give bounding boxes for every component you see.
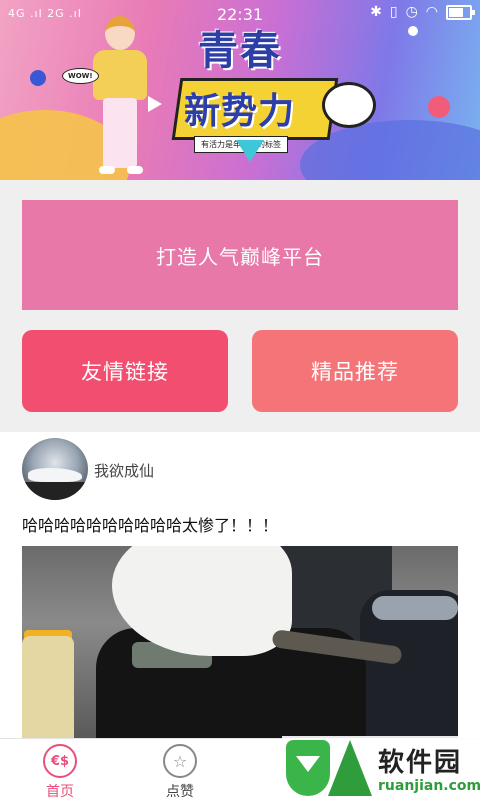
banner-decoration: [30, 70, 46, 86]
banner-title-line1: 青春: [198, 28, 282, 74]
friend-links-label: 友情链接: [81, 360, 169, 384]
banner-model-illustration: [85, 16, 155, 176]
tab-like-label: 点赞: [166, 784, 194, 800]
banner-title-line2: 新势力: [184, 91, 296, 132]
recommended-button[interactable]: 精品推荐: [252, 330, 458, 412]
post-image[interactable]: [22, 546, 458, 738]
watermark-brand: 软件园: [378, 748, 463, 778]
tab-home[interactable]: €$ 首页: [10, 739, 110, 801]
home-coins-icon: €$: [43, 744, 77, 778]
alarm-icon: ◷: [405, 4, 418, 20]
friend-links-button[interactable]: 友情链接: [22, 330, 228, 412]
play-triangle-decoration: [148, 96, 162, 112]
avatar[interactable]: [22, 438, 88, 500]
wifi-icon: ◠: [425, 4, 438, 20]
triangle-decoration: [236, 140, 264, 162]
star-icon: ☆: [163, 744, 197, 778]
watermark-domain: ruanjian.com: [378, 778, 480, 794]
watermark-letter-shape: [328, 740, 372, 796]
recommended-label: 精品推荐: [311, 360, 399, 384]
tab-like[interactable]: ☆ 点赞: [130, 739, 230, 801]
speech-bubble-decoration: [322, 82, 376, 128]
post-username[interactable]: 我欲成仙: [94, 460, 154, 481]
bluetooth-icon: ✱: [370, 4, 382, 20]
banner-sticker: WOW!: [62, 68, 99, 84]
tab-home-label: 首页: [46, 784, 74, 800]
post-card[interactable]: 我欲成仙 哈哈哈哈哈哈哈哈哈哈太惨了！！！: [0, 432, 480, 738]
hero-button-label: 打造人气巅峰平台: [156, 244, 324, 269]
promo-banner[interactable]: 4G .ıl 2G .ıl 22:31 ✱ ▯ ◷ ◠ WOW! 青春 新势力 …: [0, 0, 480, 180]
post-text: 哈哈哈哈哈哈哈哈哈哈太惨了！！！: [22, 516, 279, 535]
battery-icon: [446, 4, 475, 20]
hero-button[interactable]: 打造人气巅峰平台: [22, 200, 458, 310]
watermark-logo: 软件园 ruanjian.com: [282, 736, 480, 800]
banner-decoration: [428, 96, 450, 118]
download-icon: [286, 740, 330, 796]
vibrate-icon: ▯: [389, 4, 398, 20]
